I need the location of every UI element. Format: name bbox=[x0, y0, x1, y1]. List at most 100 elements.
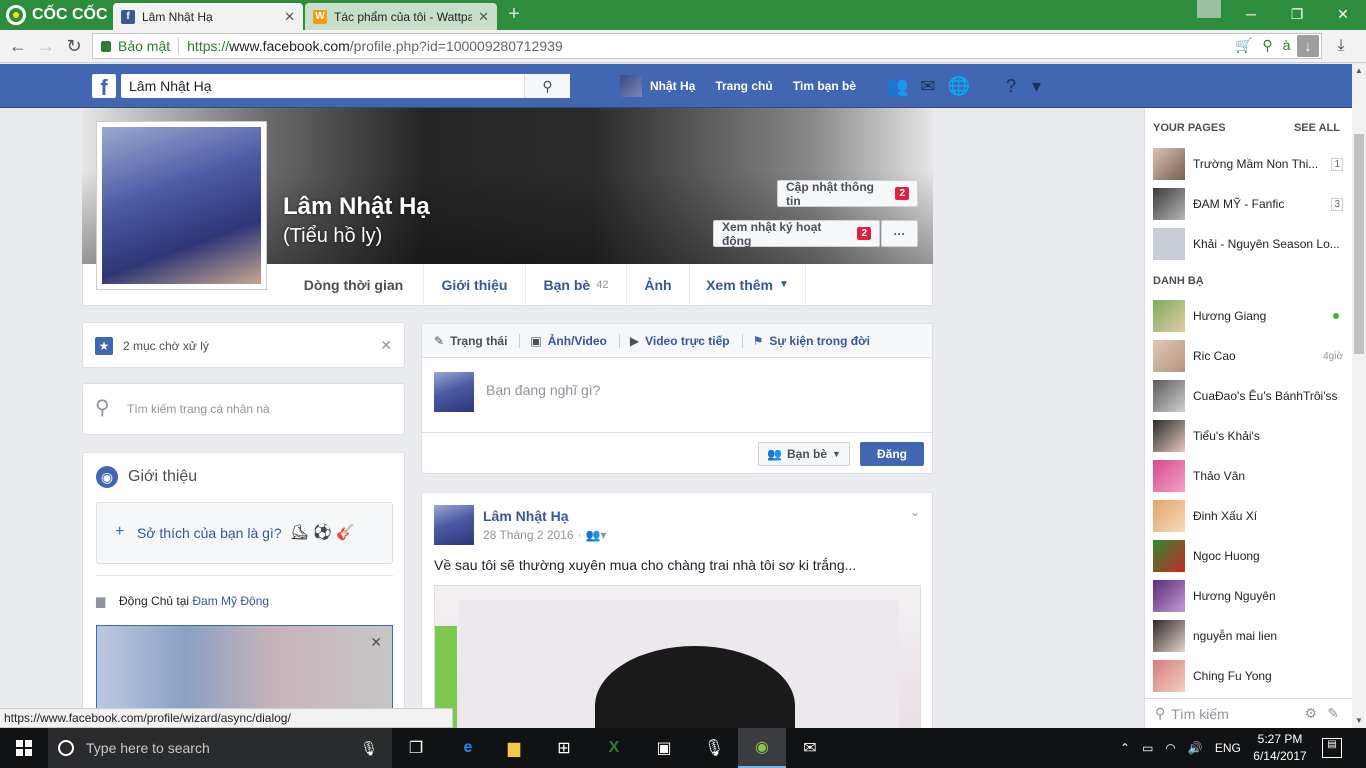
minimize-button[interactable]: ─ bbox=[1228, 0, 1274, 30]
restore-button[interactable]: ❐ bbox=[1274, 0, 1320, 30]
scrollbar-thumb[interactable] bbox=[1354, 134, 1364, 354]
edge-browser-icon[interactable]: e bbox=[444, 728, 492, 768]
reload-button[interactable]: ↻ bbox=[62, 34, 86, 58]
facebook-logo-icon[interactable]: f bbox=[92, 74, 116, 100]
post-author-link[interactable]: Lâm Nhật Hạ bbox=[483, 508, 569, 524]
voice-recorder-icon[interactable]: 🎙 bbox=[690, 728, 738, 768]
tab-about[interactable]: Giới thiệu bbox=[423, 264, 525, 305]
url-input[interactable]: Bảo mật https://www.facebook.com/profile… bbox=[92, 33, 1322, 59]
tab-friends[interactable]: Bạn bè 42 bbox=[525, 264, 626, 305]
avatar[interactable] bbox=[620, 75, 642, 97]
composer-tab-photo[interactable]: ▣ Ảnh/Video bbox=[530, 334, 606, 348]
scroll-down-icon[interactable]: ▼ bbox=[1352, 714, 1366, 728]
globe-notifications-icon[interactable]: 🌐 bbox=[948, 76, 970, 97]
contact-item[interactable]: CuaĐao's Êu's BánhTrôi'ss bbox=[1145, 376, 1353, 416]
work-place-link[interactable]: Đam Mỹ Động bbox=[192, 594, 269, 608]
post-date-link[interactable]: 28 Tháng 2 2016 bbox=[483, 528, 574, 542]
composer-tab-event[interactable]: ⚑ Sự kiện trong đời bbox=[753, 334, 870, 348]
composer-input[interactable]: Bạn đang nghĩ gì? bbox=[486, 382, 916, 398]
avatar[interactable] bbox=[434, 505, 474, 545]
excel-icon[interactable]: X bbox=[590, 728, 638, 768]
more-options-button[interactable]: ··· bbox=[881, 220, 918, 247]
browser-tab-wattpad[interactable]: W Tác phẩm của tôi - Wattpa ✕ bbox=[305, 3, 497, 30]
post-options-chevron-icon[interactable]: ⌄ bbox=[910, 505, 920, 519]
contact-item[interactable]: Ching Fu Yong bbox=[1145, 656, 1353, 696]
scroll-up-icon[interactable]: ▲ bbox=[1352, 64, 1366, 78]
back-button[interactable]: ← bbox=[6, 34, 30, 58]
post-photo[interactable] bbox=[434, 585, 921, 731]
chevron-up-icon[interactable]: ⌃ bbox=[1120, 741, 1130, 755]
close-icon[interactable]: ✕ bbox=[284, 9, 295, 25]
wifi-icon[interactable]: ◠ bbox=[1165, 741, 1175, 755]
profile-picture[interactable] bbox=[96, 121, 267, 290]
microphone-icon[interactable]: 🎙 bbox=[360, 740, 378, 757]
store-icon[interactable]: ⊞ bbox=[540, 728, 588, 768]
nav-find-friends-link[interactable]: Tìm bạn bè bbox=[793, 79, 856, 93]
activity-log-button[interactable]: Xem nhật ký hoạt động 2 bbox=[713, 220, 880, 248]
close-window-button[interactable]: ✕ bbox=[1320, 0, 1366, 30]
tab-timeline[interactable]: Dòng thời gian bbox=[284, 264, 423, 305]
nav-profile-link[interactable]: Nhật Hạ bbox=[650, 79, 695, 93]
audience-friends-icon[interactable]: 👥▾ bbox=[586, 528, 607, 542]
tab-photos[interactable]: Ảnh bbox=[626, 264, 689, 305]
coccoc-browser-icon[interactable]: ◉ bbox=[738, 728, 786, 768]
facebook-search-input[interactable]: Lâm Nhật Hạ bbox=[121, 74, 570, 98]
page-item[interactable]: ĐAM MỸ - Fanfic 3 bbox=[1145, 184, 1353, 224]
new-tab-button[interactable]: + bbox=[503, 3, 525, 25]
browser-tab-facebook[interactable]: f Lâm Nhật Hạ ✕ bbox=[113, 3, 303, 30]
action-center-icon[interactable]: ▤ bbox=[1322, 738, 1342, 758]
start-button[interactable] bbox=[0, 728, 48, 768]
download-arrow-icon[interactable]: ↓ bbox=[1297, 35, 1319, 57]
page-item[interactable]: Trường Mầm Non Thi... 1 bbox=[1145, 144, 1353, 184]
translate-icon[interactable]: à bbox=[1283, 37, 1291, 54]
hobbies-prompt[interactable]: + Sở thích của bạn là gì? ⛸ ⚽ 🎸 bbox=[96, 502, 393, 564]
close-icon[interactable]: ✕ bbox=[370, 634, 382, 651]
downloads-icon[interactable]: ⤓ bbox=[1330, 35, 1352, 57]
battery-icon[interactable]: ▭ bbox=[1142, 741, 1153, 755]
profile-name[interactable]: Lâm Nhật Hạ bbox=[283, 193, 430, 221]
browser-brand[interactable]: CỐC CỐC bbox=[0, 0, 110, 30]
messenger-icon[interactable]: ✉ bbox=[920, 76, 935, 97]
user-profile-button[interactable] bbox=[1197, 0, 1221, 18]
page-scrollbar[interactable]: ▲ ▼ bbox=[1352, 64, 1366, 728]
camera-icon[interactable]: ▣ bbox=[640, 728, 688, 768]
avatar[interactable] bbox=[434, 372, 474, 412]
close-icon[interactable]: ✕ bbox=[380, 337, 392, 354]
taskbar-search-input[interactable]: Type here to search 🎙 bbox=[48, 728, 392, 768]
friend-requests-icon[interactable]: 👥 bbox=[886, 76, 908, 97]
contact-item[interactable]: Hương Giang bbox=[1145, 296, 1353, 336]
file-explorer-icon[interactable]: ▆ bbox=[490, 728, 538, 768]
contact-item[interactable]: Thảo Vân bbox=[1145, 456, 1353, 496]
pending-items-card[interactable]: ★ 2 mục chờ xử lý ✕ bbox=[82, 322, 405, 368]
tab-more[interactable]: Xem thêm ▼ bbox=[689, 264, 806, 305]
shopping-cart-icon[interactable]: 🛒 bbox=[1235, 37, 1252, 54]
contact-item[interactable]: Ngoc Huong bbox=[1145, 536, 1353, 576]
page-item[interactable]: Khải - Nguyên Season Lo... bbox=[1145, 224, 1353, 264]
mail-icon[interactable]: ✉ bbox=[786, 728, 834, 768]
compose-icon[interactable]: ✎ bbox=[1327, 705, 1339, 722]
task-view-icon[interactable]: ❐ bbox=[392, 728, 440, 768]
pin-icon[interactable]: ⚲ bbox=[1262, 37, 1272, 54]
update-info-button[interactable]: Cập nhật thông tin 2 bbox=[777, 180, 918, 208]
contact-item[interactable]: Ric Cao 4giờ bbox=[1145, 336, 1353, 376]
chevron-down-icon[interactable]: ▾ bbox=[1032, 76, 1041, 97]
volume-icon[interactable]: 🔊 bbox=[1188, 741, 1203, 755]
chat-search-input[interactable]: ⚲ Tìm kiếm ⚙ ✎ bbox=[1145, 698, 1353, 728]
see-all-link[interactable]: SEE ALL bbox=[1294, 122, 1340, 134]
contact-item[interactable]: nguyễn mai lien bbox=[1145, 616, 1353, 656]
search-icon[interactable]: ⚲ bbox=[524, 74, 570, 98]
contact-item[interactable]: Hương Nguyên bbox=[1145, 576, 1353, 616]
composer-tab-live[interactable]: ▶ Video trực tiếp bbox=[630, 334, 730, 348]
forward-button[interactable]: → bbox=[34, 34, 58, 58]
contact-item[interactable]: Tiểu's Khải's bbox=[1145, 416, 1353, 456]
composer-tab-status[interactable]: ✎ Trạng thái bbox=[434, 334, 507, 348]
language-indicator[interactable]: ENG bbox=[1215, 741, 1241, 755]
featured-photos[interactable]: ✕ bbox=[96, 625, 393, 711]
help-icon[interactable]: ? bbox=[1006, 76, 1016, 97]
post-button[interactable]: Đăng bbox=[860, 442, 924, 466]
contact-item[interactable]: Đinh Xấu Xí bbox=[1145, 496, 1353, 536]
close-icon[interactable]: ✕ bbox=[478, 9, 489, 25]
taskbar-clock[interactable]: 5:27 PM 6/14/2017 bbox=[1252, 731, 1308, 765]
profile-search-input[interactable]: Tìm kiếm trang cá nhân nà bbox=[127, 396, 387, 422]
nav-home-link[interactable]: Trang chủ bbox=[715, 79, 772, 93]
